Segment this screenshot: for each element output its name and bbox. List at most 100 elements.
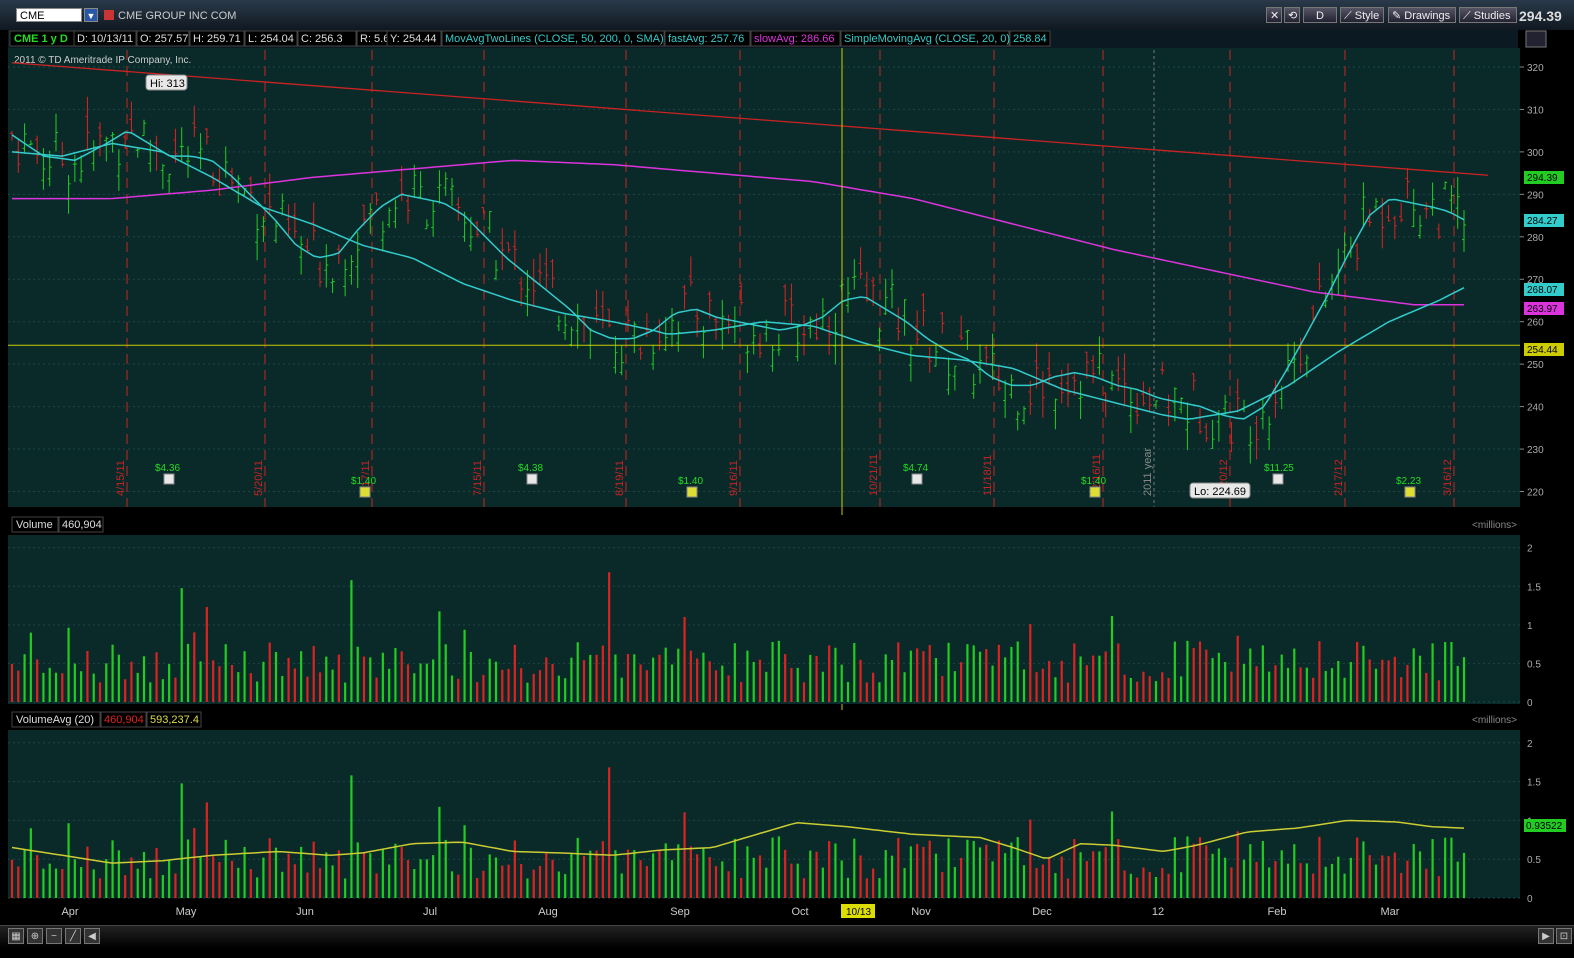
volavg-title[interactable]: VolumeAvg (20) <box>16 714 94 726</box>
info-study1[interactable]: MovAvgTwoLines (CLOSE, 50, 200, 0, SMA) <box>445 33 664 45</box>
x-axis-month-label: Nov <box>911 906 931 918</box>
event-date-label: 3/16/12 <box>1442 459 1454 496</box>
sync-icon[interactable]: ⟲ <box>1284 7 1300 23</box>
volume-tick-label: 1.5 <box>1527 778 1541 789</box>
dividend-icon <box>526 473 538 485</box>
dividend-label: $1.40 <box>351 476 376 487</box>
minus-icon[interactable]: − <box>46 928 62 944</box>
dividend-label: $1.40 <box>1081 476 1106 487</box>
pencil-icon: ✎ <box>1392 10 1405 22</box>
volume-tick-label: 0 <box>1527 698 1533 709</box>
volavg-units: <millions> <box>1472 715 1517 726</box>
info-open: O: 257.57 <box>140 33 188 45</box>
info-y: Y: 254.44 <box>390 33 437 45</box>
grid-icon[interactable]: ▦ <box>8 928 24 944</box>
studies-button[interactable]: ⟋ Studies <box>1459 7 1517 23</box>
x-axis-month-label: Aug <box>538 906 558 918</box>
x-axis-month-label: Sep <box>670 906 690 918</box>
footer <box>0 947 1574 958</box>
x-axis-month-label: Jul <box>423 906 437 918</box>
style-label: Style <box>1354 10 1380 22</box>
event-date-label: 5/20/11 <box>253 460 265 496</box>
info-slow-avg: slowAvg: 286.66 <box>754 33 835 45</box>
event-date-label: 2/17/12 <box>1333 459 1345 496</box>
info-close: C: 256.3 <box>301 33 343 45</box>
volume-value: 460,904 <box>62 519 102 531</box>
symbol-input[interactable]: CME <box>16 8 82 22</box>
x-axis-month-label: Feb <box>1268 906 1287 918</box>
volume-tick-label: 0.5 <box>1527 855 1541 866</box>
event-date-label: 8/19/11 <box>614 460 626 496</box>
tag-sma20: 284.27 <box>1527 216 1558 227</box>
tag-fast: 268.07 <box>1527 285 1558 296</box>
dividend-icon <box>1404 486 1416 498</box>
x-axis-month-label: Mar <box>1381 906 1400 918</box>
info-fast-avg: fastAvg: 257.76 <box>668 33 744 45</box>
dividend-icon <box>911 473 923 485</box>
chart-svg[interactable]: CME 1 y D D: 10/13/11 O: 257.57 H: 259.7… <box>0 30 1574 925</box>
volume-units: <millions> <box>1472 520 1517 531</box>
x-axis-month-label: Dec <box>1032 906 1052 918</box>
price-tick-label: 290 <box>1527 190 1544 201</box>
volume-tick-label: 0 <box>1527 894 1533 905</box>
cursor-date-tag: 10/13 <box>846 907 871 918</box>
price-panel[interactable] <box>8 48 1520 507</box>
symbol-dropdown-button[interactable]: ▼ <box>84 8 98 22</box>
tag-cursor: 254.44 <box>1527 345 1558 356</box>
scroll-right-icon[interactable]: ▶ <box>1538 928 1554 944</box>
style-button[interactable]: ⟋ Style <box>1340 7 1384 23</box>
price-tick-label: 220 <box>1527 488 1544 499</box>
price-tick-label: 320 <box>1527 63 1544 74</box>
dividend-label: $4.38 <box>518 463 543 474</box>
hi-label: Hi: 313 <box>150 78 185 90</box>
volavg-value1: 460,904 <box>104 714 144 726</box>
studies-icon: ⟋ <box>1463 10 1474 22</box>
drawings-label: Drawings <box>1404 10 1451 22</box>
tag-volavg: 0.93522 <box>1526 821 1563 832</box>
x-axis-month-label: Oct <box>791 906 808 918</box>
dividend-label: $4.36 <box>155 463 180 474</box>
price-tick-label: 280 <box>1527 233 1544 244</box>
chart-settings-icon[interactable] <box>1525 30 1547 48</box>
x-axis-month-label: 12 <box>1152 906 1164 918</box>
volume-tick-label: 2 <box>1527 544 1533 555</box>
company-name: CME GROUP INC COM <box>118 10 237 22</box>
price-tick-label: 230 <box>1527 445 1544 456</box>
event-date-label: 4/15/11 <box>115 460 127 496</box>
dividend-label: $4.74 <box>903 463 928 474</box>
price-tick-label: 260 <box>1527 318 1544 329</box>
info-high: H: 259.71 <box>193 33 241 45</box>
volume-title[interactable]: Volume <box>16 519 53 531</box>
x-axis-month-label: Apr <box>61 906 78 918</box>
zoom-icon[interactable]: ⊕ <box>27 928 43 944</box>
dividend-icon <box>359 486 371 498</box>
price-tick-label: 240 <box>1527 403 1544 414</box>
dividend-icon <box>163 473 175 485</box>
period-button[interactable]: D <box>1303 7 1337 23</box>
volume-tick-label: 1.5 <box>1527 582 1541 593</box>
dividend-label: $1.40 <box>678 476 703 487</box>
volume-tick-label: 1 <box>1527 621 1533 632</box>
dividend-label: $2.23 <box>1396 476 1421 487</box>
scroll-left-icon[interactable]: ◀ <box>84 928 100 944</box>
price-tick-label: 250 <box>1527 360 1544 371</box>
crosshair-icon[interactable]: ✕ <box>1266 7 1282 23</box>
x-axis-month-label: Jun <box>296 906 314 918</box>
volume-tick-label: 2 <box>1527 739 1533 750</box>
drawings-button[interactable]: ✎ Drawings <box>1388 7 1456 23</box>
event-date-label: 7/15/11 <box>472 460 484 496</box>
expand-icon[interactable]: ⊡ <box>1556 928 1572 944</box>
studies-label: Studies <box>1473 10 1511 22</box>
company-logo-icon <box>104 10 114 20</box>
info-ticker: CME 1 y D <box>14 33 68 45</box>
dividend-icon <box>1272 473 1284 485</box>
chart-area[interactable]: CME 1 y D D: 10/13/11 O: 257.57 H: 259.7… <box>0 30 1574 958</box>
x-axis-month-label: May <box>176 906 197 918</box>
price-tick-label: 300 <box>1527 148 1544 159</box>
draw-line-icon[interactable]: ╱ <box>65 928 81 944</box>
lo-label: Lo: 224.69 <box>1194 486 1246 498</box>
info-study2[interactable]: SimpleMovingAvg (CLOSE, 20, 0) <box>844 33 1010 45</box>
top-toolbar: CME ▼ CME GROUP INC COM ✕ ⟲ D ⟋ Style ✎ … <box>0 0 1574 31</box>
event-date-label: 10/21/11 <box>868 454 880 496</box>
info-study2-value: 258.84 <box>1013 33 1047 45</box>
